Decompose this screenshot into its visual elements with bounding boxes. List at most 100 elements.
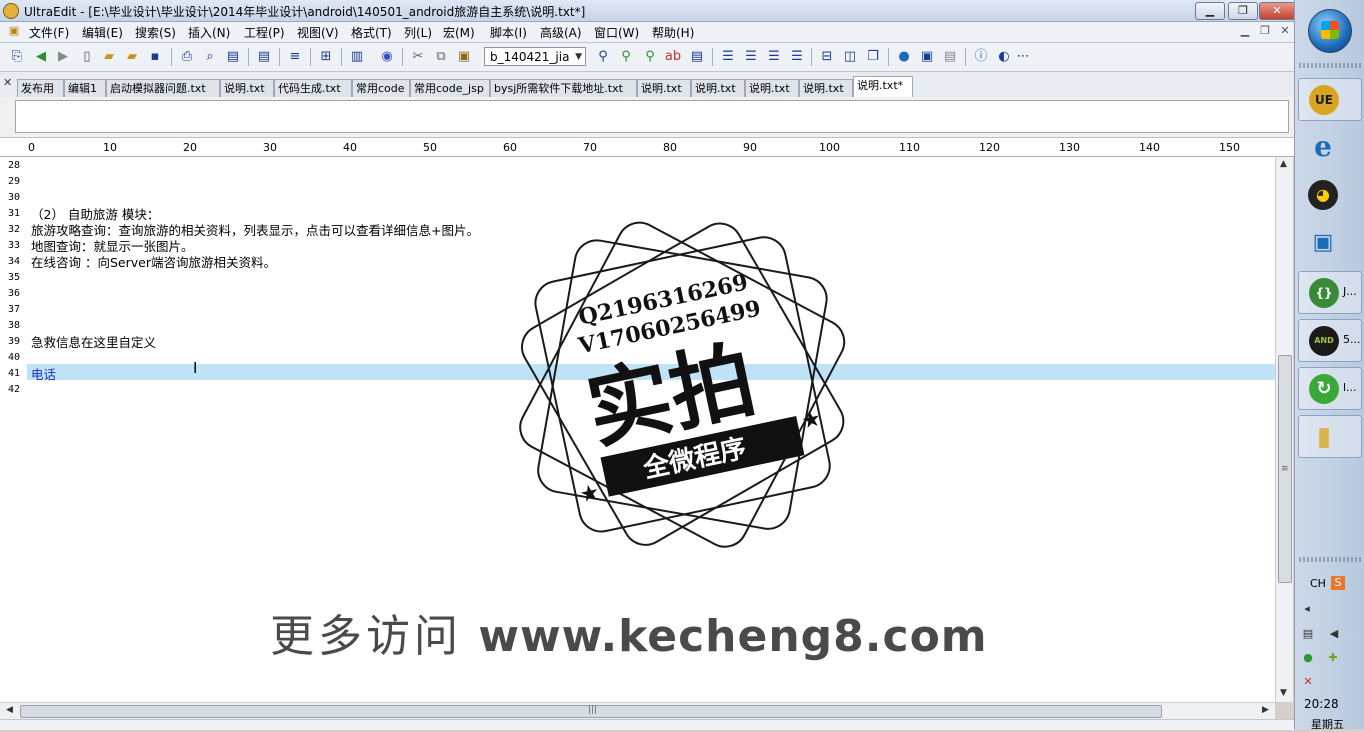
- scroll-down-icon[interactable]: ▼: [1280, 688, 1287, 698]
- taskbar-item-folder[interactable]: ▮: [1298, 415, 1362, 458]
- close-button[interactable]: ✕: [1259, 2, 1295, 20]
- scroll-right-icon[interactable]: ▶: [1262, 705, 1269, 715]
- paste-icon[interactable]: ▣: [455, 48, 473, 66]
- menu-script[interactable]: 脚本(I): [490, 24, 527, 41]
- tray-expand-icon[interactable]: ◂: [1300, 602, 1314, 616]
- taskbar-item-qq[interactable]: ◕: [1298, 174, 1362, 217]
- menu-advanced[interactable]: 高级(A): [540, 24, 582, 41]
- taskbar-item-ie[interactable]: e: [1298, 126, 1362, 169]
- taskbar-item-network[interactable]: ▣: [1298, 222, 1362, 265]
- print-preview-icon[interactable]: ⌕: [201, 48, 219, 66]
- taskbar-item-json[interactable]: {} J...: [1298, 271, 1362, 314]
- mdi-close-icon[interactable]: ✕: [1277, 24, 1293, 38]
- tab-readme-5[interactable]: 说明.txt: [799, 79, 853, 97]
- split-horizontal-icon[interactable]: ⊟: [818, 48, 836, 66]
- tab-readme-active[interactable]: 说明.txt*: [853, 76, 913, 97]
- new-file-icon[interactable]: ▯: [78, 48, 96, 66]
- scroll-left-icon[interactable]: ◀: [6, 705, 13, 715]
- scroll-up-icon[interactable]: ▲: [1280, 159, 1287, 169]
- back-icon[interactable]: ◀: [32, 48, 50, 66]
- minimize-button[interactable]: ▁: [1195, 2, 1225, 20]
- ultraedit-app-icon[interactable]: [3, 3, 19, 19]
- word-wrap-icon[interactable]: ≡: [286, 48, 304, 66]
- tools-icon[interactable]: ▤: [941, 48, 959, 66]
- menu-column[interactable]: 列(L): [404, 24, 432, 41]
- start-button[interactable]: [1308, 9, 1352, 53]
- close-tab-icon[interactable]: ✕: [3, 76, 12, 89]
- align-left-icon[interactable]: ☰: [719, 48, 737, 66]
- tab-readme-4[interactable]: 说明.txt: [745, 79, 799, 97]
- tab-common-code[interactable]: 常用code: [352, 79, 410, 97]
- tab-codegen[interactable]: 代码生成.txt: [274, 79, 352, 97]
- taskbar-item-refresh-app[interactable]: ↻ l...: [1298, 367, 1362, 410]
- tab-readme-2[interactable]: 说明.txt: [637, 79, 691, 97]
- replace-icon[interactable]: ab: [664, 48, 682, 66]
- ftp-icon[interactable]: ⎘: [8, 48, 26, 66]
- menu-project[interactable]: 工程(P): [244, 24, 285, 41]
- tray-clock[interactable]: 20:28: [1304, 697, 1339, 711]
- menu-format[interactable]: 格式(T): [351, 24, 392, 41]
- print-setup-icon[interactable]: ▤: [224, 48, 242, 66]
- menu-window[interactable]: 窗口(W): [594, 24, 639, 41]
- tab-software-links[interactable]: bysj所需软件下载地址.txt: [490, 79, 637, 97]
- menu-insert[interactable]: 插入(N): [188, 24, 230, 41]
- find-icon[interactable]: ⚲: [594, 48, 612, 66]
- language-indicator[interactable]: CH: [1310, 577, 1326, 590]
- save-icon[interactable]: ▪: [146, 48, 164, 66]
- volume-icon[interactable]: ◀: [1327, 627, 1341, 641]
- tab-readme-3[interactable]: 说明.txt: [691, 79, 745, 97]
- taskbar-item-android[interactable]: AND 5...: [1298, 319, 1362, 362]
- network-error-icon[interactable]: ✕: [1301, 675, 1315, 689]
- hex-icon[interactable]: ⊞: [317, 48, 335, 66]
- column-mode-icon[interactable]: ▥: [348, 48, 366, 66]
- forward-icon[interactable]: ▶: [54, 48, 72, 66]
- tab-publish[interactable]: 发布用: [17, 79, 64, 97]
- tab-readme-1[interactable]: 说明.txt: [220, 79, 274, 97]
- split-vertical-icon[interactable]: ◫: [841, 48, 859, 66]
- open-recent-icon[interactable]: ▰: [123, 48, 141, 66]
- find-next-icon[interactable]: ⚲: [617, 48, 635, 66]
- document-icon[interactable]: ▣: [6, 24, 22, 38]
- horizontal-scroll-thumb[interactable]: |||: [20, 705, 1162, 718]
- mdi-restore-icon[interactable]: ❐: [1257, 24, 1273, 38]
- print-icon[interactable]: ⎙: [178, 48, 196, 66]
- copy-icon[interactable]: ⧉: [432, 48, 450, 66]
- tray-security-icon[interactable]: ●: [1301, 651, 1315, 665]
- cascade-icon[interactable]: ❐: [864, 48, 882, 66]
- find-prev-icon[interactable]: ⚲: [641, 48, 659, 66]
- tab-edit1[interactable]: 编辑1: [64, 79, 106, 97]
- mdi-minimize-icon[interactable]: ▁: [1237, 24, 1253, 38]
- help-icon[interactable]: ◐: [995, 48, 1013, 66]
- menu-search[interactable]: 搜索(S): [135, 24, 176, 41]
- code-line-current[interactable]: 电话: [31, 364, 56, 383]
- taskbar-item-ultraedit[interactable]: UE: [1298, 78, 1362, 121]
- vertical-scrollbar[interactable]: ▲ ≡ ▼: [1275, 157, 1293, 702]
- cut-icon[interactable]: ✂: [409, 48, 427, 66]
- tray-clipboard-icon[interactable]: ▤: [1301, 627, 1315, 641]
- vertical-scroll-thumb[interactable]: ≡: [1278, 355, 1292, 583]
- terminal-icon[interactable]: ▣: [918, 48, 936, 66]
- horizontal-scrollbar[interactable]: ◀ ||| ▶: [0, 702, 1275, 719]
- code-line[interactable]: 在线咨询 ：向Server端咨询旅游相关资料。: [31, 252, 276, 271]
- menu-macro[interactable]: 宏(M): [443, 24, 475, 41]
- maximize-button[interactable]: ❐: [1228, 2, 1258, 20]
- justify-icon[interactable]: ☰: [788, 48, 806, 66]
- menu-view[interactable]: 视图(V): [297, 24, 339, 41]
- more-icon[interactable]: ⋯: [1014, 48, 1032, 66]
- spell-check-icon[interactable]: ◉: [378, 48, 396, 66]
- menu-file[interactable]: 文件(F): [29, 24, 69, 41]
- align-right-icon[interactable]: ☰: [765, 48, 783, 66]
- open-folder-icon[interactable]: ▰: [100, 48, 118, 66]
- browser-icon[interactable]: ●: [895, 48, 913, 66]
- sogou-ime-icon[interactable]: S: [1331, 576, 1345, 590]
- code-line[interactable]: 急救信息在这里自定义: [31, 332, 156, 351]
- tab-emulator-issues[interactable]: 启动模拟器问题.txt: [106, 79, 220, 97]
- macro-combo[interactable]: b_140421_jia ▼: [484, 47, 586, 66]
- menu-edit[interactable]: 编辑(E): [82, 24, 123, 41]
- info-icon[interactable]: ⓘ: [972, 48, 990, 66]
- find-in-files-icon[interactable]: ▤: [688, 48, 706, 66]
- document-icon[interactable]: ▤: [255, 48, 273, 66]
- output-box[interactable]: [15, 100, 1289, 133]
- menu-help[interactable]: 帮助(H): [652, 24, 694, 41]
- align-center-icon[interactable]: ☰: [742, 48, 760, 66]
